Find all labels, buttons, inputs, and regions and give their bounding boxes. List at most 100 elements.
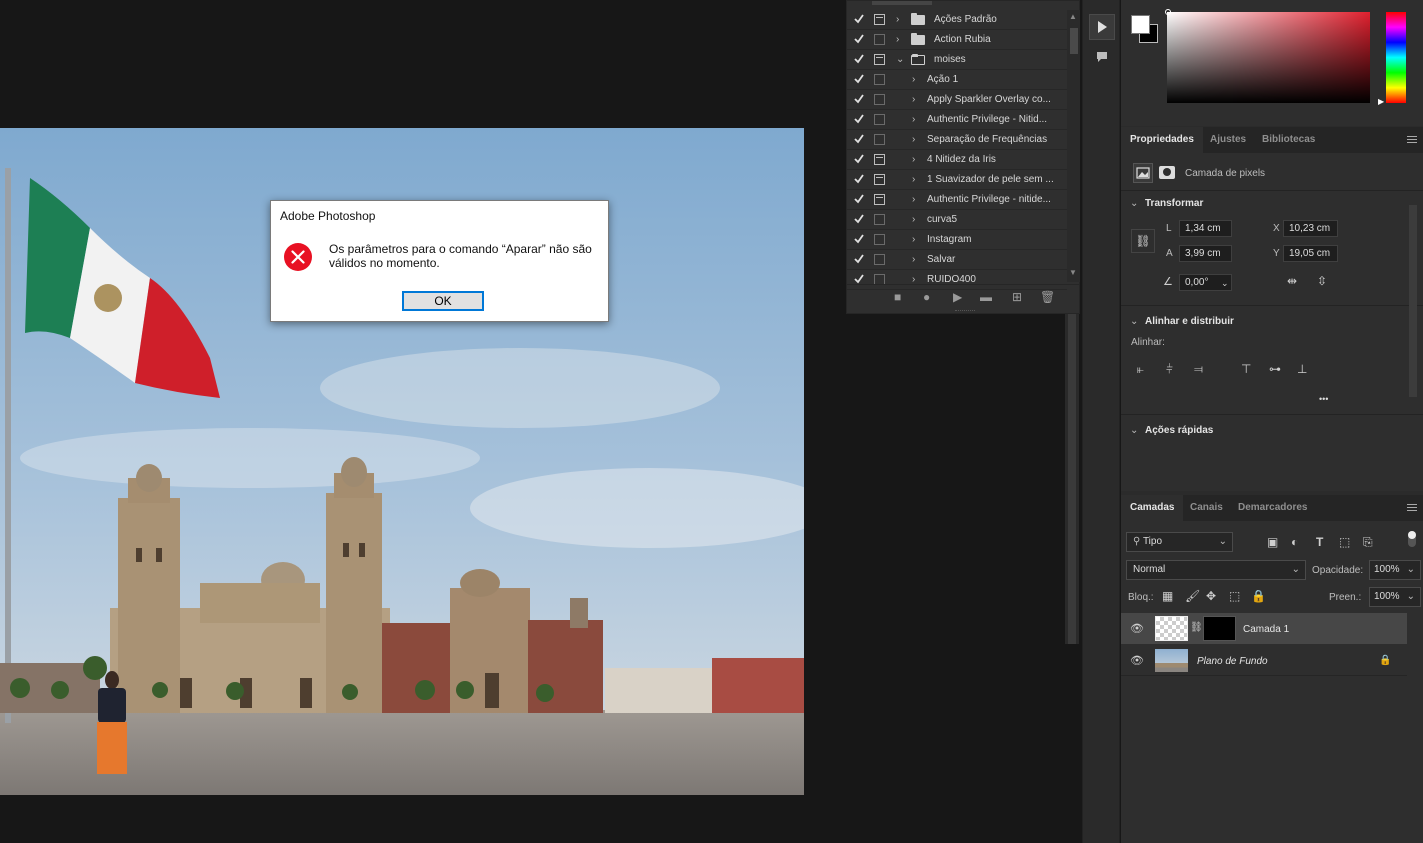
layer-filter-dropdown[interactable]: ⚲ Tipo ⌄ xyxy=(1126,532,1233,552)
blend-mode-dropdown[interactable]: Normal ⌄ xyxy=(1126,560,1306,580)
align-right-icon[interactable]: ⫤ xyxy=(1194,363,1203,375)
tab-layers[interactable]: Camadas xyxy=(1121,495,1184,521)
checkmark-icon[interactable] xyxy=(853,193,865,205)
checkmark-icon[interactable] xyxy=(853,93,865,105)
record-icon[interactable]: ● xyxy=(923,290,930,304)
new-action-icon[interactable]: ⊞ xyxy=(1012,290,1022,304)
properties-scrollbar[interactable] xyxy=(1409,205,1417,397)
layer-thumbnail[interactable] xyxy=(1155,616,1188,641)
ok-button[interactable]: OK xyxy=(402,291,484,311)
dialog-toggle-icon[interactable] xyxy=(874,214,885,225)
chevron-right-icon[interactable]: › xyxy=(912,114,915,125)
action-row[interactable]: › Ação 1 xyxy=(847,70,1067,90)
chevron-right-icon[interactable]: › xyxy=(912,234,915,245)
layers-menu-icon[interactable] xyxy=(1407,504,1417,511)
checkmark-icon[interactable] xyxy=(853,173,865,185)
properties-menu-icon[interactable] xyxy=(1407,136,1417,143)
color-field[interactable] xyxy=(1167,12,1370,103)
tab-properties[interactable]: Propriedades xyxy=(1121,127,1203,153)
action-row[interactable]: › Authentic Privilege - nitide... xyxy=(847,190,1067,210)
align-heading[interactable]: Alinhar e distribuir xyxy=(1145,316,1234,327)
chevron-right-icon[interactable]: › xyxy=(912,214,915,225)
action-row[interactable]: › Instagram xyxy=(847,230,1067,250)
checkmark-icon[interactable] xyxy=(853,53,865,65)
trash-icon[interactable]: 🗑 xyxy=(1040,290,1055,304)
dialog-toggle-icon[interactable] xyxy=(874,234,885,245)
action-row[interactable]: › Salvar xyxy=(847,250,1067,270)
dialog-toggle-icon[interactable] xyxy=(874,34,885,45)
x-field[interactable]: 10,23 cm xyxy=(1283,220,1338,237)
dialog-toggle-icon[interactable] xyxy=(874,54,885,65)
chevron-down-icon[interactable]: ⌄ xyxy=(896,54,904,65)
filter-shape-icon[interactable]: ⬚ xyxy=(1339,536,1350,548)
fill-field[interactable]: 100% ⌄ xyxy=(1369,587,1421,607)
scroll-thumb[interactable] xyxy=(1070,28,1078,54)
hue-slider[interactable] xyxy=(1386,12,1406,103)
more-options-icon[interactable]: ••• xyxy=(1319,394,1328,404)
layer-row[interactable]: 👁 Plano de Fundo 🔒 xyxy=(1121,645,1407,676)
chevron-right-icon[interactable]: › xyxy=(912,74,915,85)
visibility-eye-icon[interactable]: 👁 xyxy=(1130,655,1144,667)
action-row[interactable]: › 1 Suavizador de pele sem ... xyxy=(847,170,1067,190)
dialog-toggle-icon[interactable] xyxy=(874,134,885,145)
checkmark-icon[interactable] xyxy=(853,113,865,125)
y-field[interactable]: 19,05 cm xyxy=(1283,245,1338,262)
dialog-toggle-icon[interactable] xyxy=(874,154,885,165)
mask-icon[interactable] xyxy=(1159,166,1175,179)
layer-name[interactable]: Camada 1 xyxy=(1243,624,1289,635)
filter-smart-object-icon[interactable]: ⎘ xyxy=(1363,536,1373,548)
action-row[interactable]: › Separação de Frequências xyxy=(847,130,1067,150)
filter-type-icon[interactable]: T xyxy=(1316,536,1323,548)
lock-all-icon[interactable]: 🔒 xyxy=(1251,590,1266,602)
tab-channels[interactable]: Canais xyxy=(1181,495,1232,521)
lock-paint-icon[interactable]: 🖌 xyxy=(1185,590,1200,602)
chevron-right-icon[interactable]: › xyxy=(912,94,915,105)
chevron-right-icon[interactable]: › xyxy=(896,14,899,25)
foreground-color-swatch[interactable] xyxy=(1131,15,1150,34)
chevron-right-icon[interactable]: › xyxy=(912,134,915,145)
stop-icon[interactable]: ■ xyxy=(894,290,901,304)
checkmark-icon[interactable] xyxy=(853,213,865,225)
chevron-right-icon[interactable]: › xyxy=(912,254,915,265)
new-set-icon[interactable]: ▬ xyxy=(980,290,992,304)
action-row[interactable]: › Authentic Privilege - Nitid... xyxy=(847,110,1067,130)
link-dimensions-icon[interactable]: ⛓ xyxy=(1131,229,1155,253)
action-row[interactable]: › Apply Sparkler Overlay co... xyxy=(847,90,1067,110)
align-chevron-icon[interactable]: ⌄ xyxy=(1130,316,1138,327)
dialog-toggle-icon[interactable] xyxy=(874,254,885,265)
checkmark-icon[interactable] xyxy=(853,133,865,145)
layer-mask-thumbnail[interactable] xyxy=(1203,616,1236,641)
lock-icon[interactable]: 🔒 xyxy=(1379,655,1391,667)
transform-heading[interactable]: Transformar xyxy=(1145,198,1203,209)
mask-link-icon[interactable]: ⛓ xyxy=(1190,622,1203,634)
checkmark-icon[interactable] xyxy=(853,13,865,25)
flip-horizontal-icon[interactable]: ⇹ xyxy=(1287,275,1297,287)
tab-paths[interactable]: Demarcadores xyxy=(1229,495,1316,521)
chevron-right-icon[interactable]: › xyxy=(912,194,915,205)
opacity-field[interactable]: 100% ⌄ xyxy=(1369,560,1421,580)
action-set-row[interactable]: › Action Rubia xyxy=(847,30,1067,50)
dialog-toggle-icon[interactable] xyxy=(874,74,885,85)
checkmark-icon[interactable] xyxy=(853,33,865,45)
color-field-cursor[interactable] xyxy=(1165,9,1171,15)
align-left-icon[interactable]: ⫦ xyxy=(1137,363,1144,375)
align-top-icon[interactable]: ⊤ xyxy=(1241,363,1251,375)
actions-scrollbar[interactable]: ▲ ▼ xyxy=(1067,10,1080,282)
flip-vertical-icon[interactable]: ⇳ xyxy=(1317,275,1327,287)
checkmark-icon[interactable] xyxy=(853,253,865,265)
layer-thumbnail[interactable] xyxy=(1155,649,1188,672)
chevron-right-icon[interactable]: › xyxy=(912,174,915,185)
scroll-down-icon[interactable]: ▼ xyxy=(1069,268,1077,277)
layer-row[interactable]: 👁 ⛓ Camada 1 xyxy=(1121,613,1407,644)
align-center-horizontal-icon[interactable]: ⫩ xyxy=(1166,363,1173,375)
height-field[interactable]: 3,99 cm xyxy=(1179,245,1232,262)
actions-panel-button[interactable] xyxy=(1089,14,1115,40)
tab-libraries[interactable]: Bibliotecas xyxy=(1253,127,1324,153)
pixel-layer-icon[interactable] xyxy=(1133,163,1153,183)
chevron-right-icon[interactable]: › xyxy=(912,154,915,165)
filter-adjustment-icon[interactable]: ◐ xyxy=(1291,536,1298,548)
width-field[interactable]: 1,34 cm xyxy=(1179,220,1232,237)
filter-toggle[interactable] xyxy=(1408,531,1416,547)
lock-artboard-icon[interactable]: ⬚ xyxy=(1229,590,1240,602)
checkmark-icon[interactable] xyxy=(853,73,865,85)
